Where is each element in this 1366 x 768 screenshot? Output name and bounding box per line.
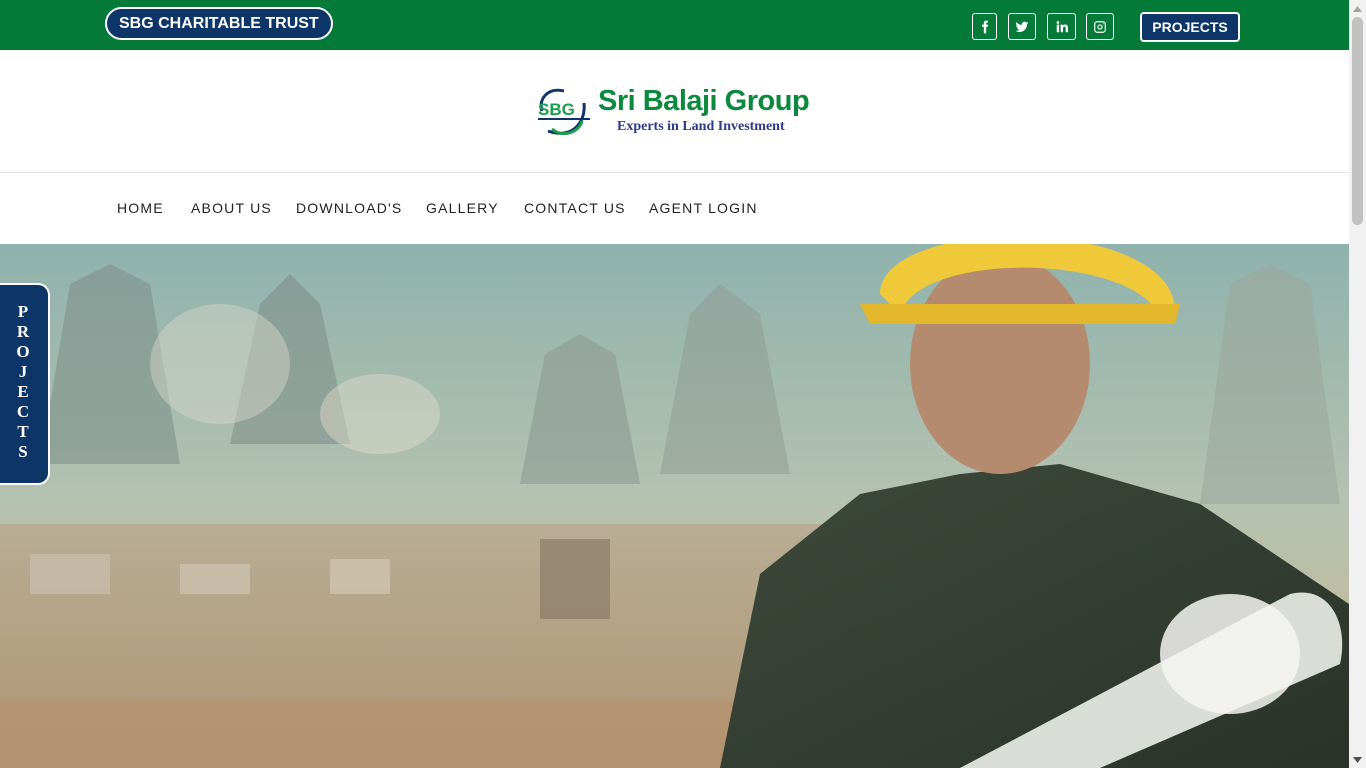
logo-tagline: Experts in Land Investment bbox=[617, 119, 785, 134]
side-projects-tab[interactable]: P R O J E C T S bbox=[0, 283, 50, 485]
side-tab-letter: J bbox=[18, 362, 28, 381]
twitter-icon[interactable] bbox=[1008, 13, 1036, 40]
projects-button[interactable]: PROJECTS bbox=[1140, 12, 1240, 42]
top-bar: SBG CHARITABLE TRUST PROJECTS bbox=[0, 0, 1349, 50]
logo-title: Sri Balaji Group bbox=[598, 85, 810, 117]
main-navigation: HOME ABOUT US DOWNLOAD'S GALLERY CONTACT… bbox=[0, 174, 1349, 244]
charitable-trust-button[interactable]: SBG CHARITABLE TRUST bbox=[105, 7, 333, 40]
linkedin-icon[interactable] bbox=[1047, 13, 1076, 40]
hero-banner bbox=[0, 244, 1349, 768]
side-tab-letter: T bbox=[17, 422, 29, 441]
facebook-icon[interactable] bbox=[972, 13, 997, 40]
nav-contact-us[interactable]: CONTACT US bbox=[524, 200, 626, 216]
side-tab-letter: P bbox=[17, 302, 29, 321]
nav-gallery[interactable]: GALLERY bbox=[426, 200, 499, 216]
nav-home[interactable]: HOME bbox=[117, 200, 164, 216]
header-logo-area: SBG Sri Balaji Group Experts in Land Inv… bbox=[0, 50, 1349, 173]
site-logo[interactable]: SBG Sri Balaji Group Experts in Land Inv… bbox=[534, 85, 814, 141]
scroll-up-arrow-icon[interactable] bbox=[1349, 0, 1366, 17]
svg-text:SBG: SBG bbox=[538, 100, 575, 119]
scrollbar-thumb[interactable] bbox=[1352, 17, 1363, 225]
scroll-down-arrow-icon[interactable] bbox=[1349, 751, 1366, 768]
hero-image bbox=[0, 244, 1349, 768]
nav-about-us[interactable]: ABOUT US bbox=[191, 200, 272, 216]
nav-agent-login[interactable]: AGENT LOGIN bbox=[649, 200, 758, 216]
page-scrollbar[interactable] bbox=[1349, 0, 1366, 768]
nav-downloads[interactable]: DOWNLOAD'S bbox=[296, 200, 402, 216]
side-tab-letter: O bbox=[16, 342, 30, 361]
side-tab-letter: S bbox=[18, 442, 28, 461]
instagram-icon[interactable] bbox=[1086, 13, 1114, 40]
side-tab-letter: C bbox=[16, 402, 30, 421]
side-tab-letter: R bbox=[16, 322, 30, 341]
side-tab-letter: E bbox=[17, 382, 29, 401]
sbg-logo-icon: SBG bbox=[538, 88, 590, 135]
